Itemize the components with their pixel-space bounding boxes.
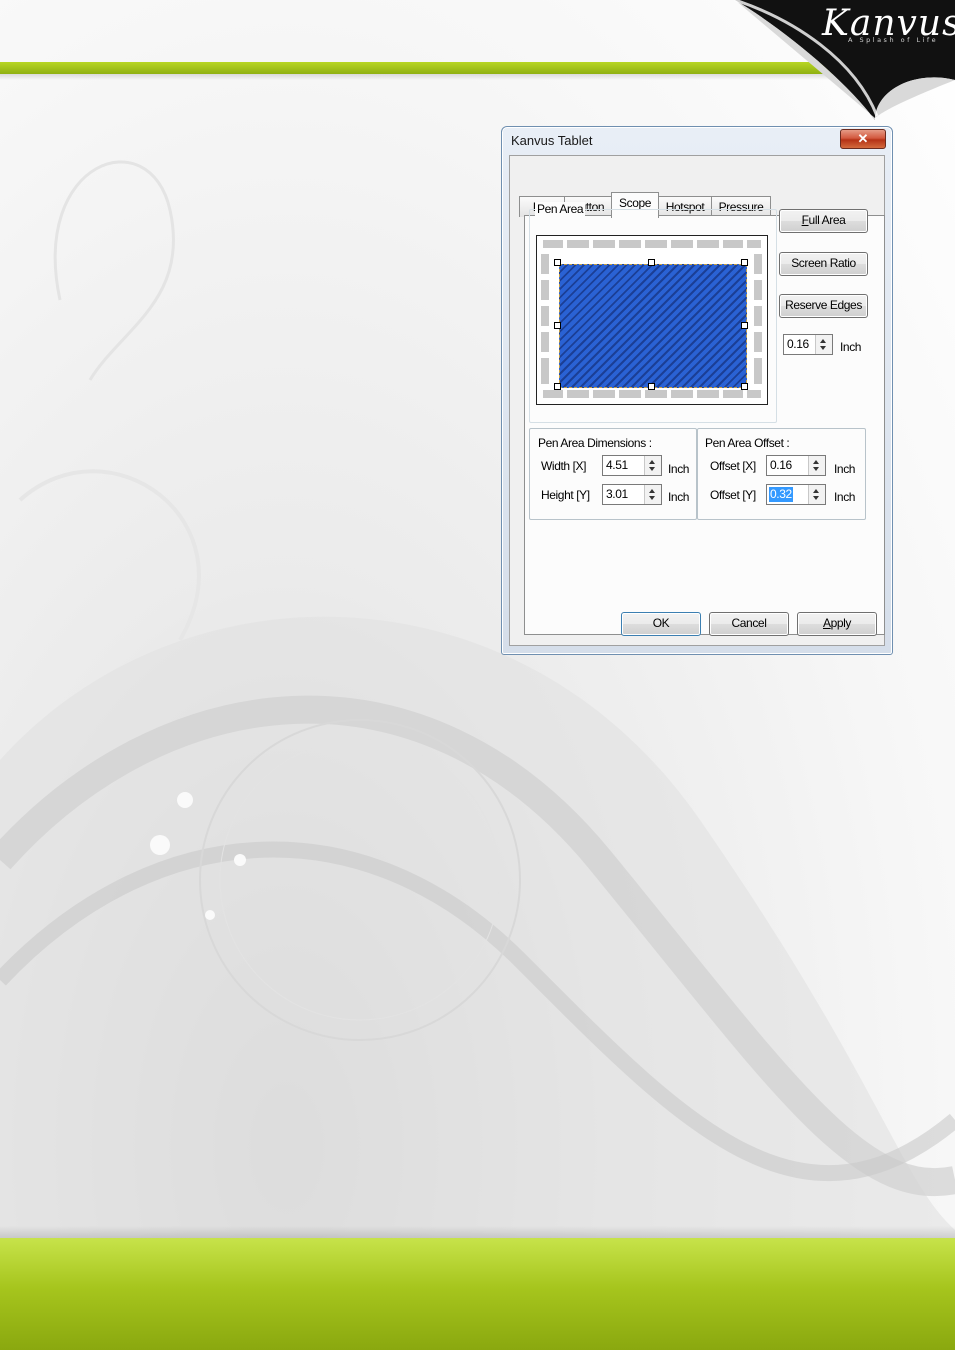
cancel-button[interactable]: Cancel xyxy=(709,612,789,636)
resize-handle-bottom[interactable] xyxy=(648,383,655,390)
resize-handle-top-left[interactable] xyxy=(554,259,561,266)
height-value[interactable]: 3.01 xyxy=(605,487,629,502)
scope-panel-content: Pen Area Full Area Screen Ratio Reserve … xyxy=(510,156,884,645)
offset-x-value[interactable]: 0.16 xyxy=(769,458,793,473)
kanvus-tablet-dialog: Kanvus Tablet ✕ Info Button Scope Hotspo… xyxy=(501,126,893,655)
offset-x-spin-arrows[interactable] xyxy=(808,456,825,475)
offset-y-spin-arrows[interactable] xyxy=(808,485,825,504)
close-button[interactable]: ✕ xyxy=(840,129,886,149)
apply-mnemonic: A xyxy=(822,616,831,630)
reserve-edges-button[interactable]: Reserve Edges xyxy=(779,294,868,318)
ok-button[interactable]: OK xyxy=(621,612,701,636)
screen-ratio-button[interactable]: Screen Ratio xyxy=(779,252,868,276)
apply-button[interactable]: Apply xyxy=(797,612,877,636)
offset-y-stepper[interactable]: 0.32 xyxy=(766,484,826,505)
reserve-edges-unit: Inch xyxy=(840,340,862,354)
bottom-band-shadow xyxy=(0,1226,955,1238)
tablet-preview[interactable] xyxy=(536,235,768,405)
pen-area-group-title: Pen Area xyxy=(535,202,586,216)
resize-handle-top-right[interactable] xyxy=(741,259,748,266)
height-stepper[interactable]: 3.01 xyxy=(602,484,662,505)
apply-label: pply xyxy=(830,616,852,630)
reserve-edges-spin-arrows[interactable] xyxy=(815,335,832,354)
offset-y-unit: Inch xyxy=(834,490,856,504)
offset-y-value[interactable]: 0.32 xyxy=(769,487,793,502)
width-label: Width [X] xyxy=(541,459,587,473)
dialog-client-area: Info Button Scope Hotspot Pressure Pen A… xyxy=(509,155,885,646)
resize-handle-top[interactable] xyxy=(648,259,655,266)
bottom-accent-band xyxy=(0,1238,955,1350)
width-stepper[interactable]: 4.51 xyxy=(602,455,662,476)
resize-handle-right[interactable] xyxy=(741,322,748,329)
pen-area-rectangle[interactable] xyxy=(559,264,747,388)
dialog-title: Kanvus Tablet xyxy=(511,133,593,148)
height-spin-arrows[interactable] xyxy=(644,485,661,504)
offset-group-title: Pen Area Offset : xyxy=(705,436,790,450)
reserve-edges-value[interactable]: 0.16 xyxy=(786,337,810,352)
resize-handle-bottom-left[interactable] xyxy=(554,383,561,390)
reserve-edges-stepper[interactable]: 0.16 xyxy=(783,334,833,355)
resize-handle-bottom-right[interactable] xyxy=(741,383,748,390)
resize-handle-left[interactable] xyxy=(554,322,561,329)
offset-y-label: Offset [Y] xyxy=(710,488,756,502)
width-unit: Inch xyxy=(668,462,690,476)
offset-x-unit: Inch xyxy=(834,462,856,476)
full-area-button[interactable]: Full Area xyxy=(779,209,868,233)
height-label: Height [Y] xyxy=(541,488,590,502)
dimensions-group-title: Pen Area Dimensions : xyxy=(538,436,652,450)
width-spin-arrows[interactable] xyxy=(644,456,661,475)
brand-tagline: A Splash of Life xyxy=(848,36,939,44)
offset-x-stepper[interactable]: 0.16 xyxy=(766,455,826,476)
height-unit: Inch xyxy=(668,490,690,504)
offset-x-label: Offset [X] xyxy=(710,459,756,473)
full-area-label: ull Area xyxy=(808,213,846,227)
width-value[interactable]: 4.51 xyxy=(605,458,629,473)
full-area-mnemonic: F xyxy=(801,213,809,227)
